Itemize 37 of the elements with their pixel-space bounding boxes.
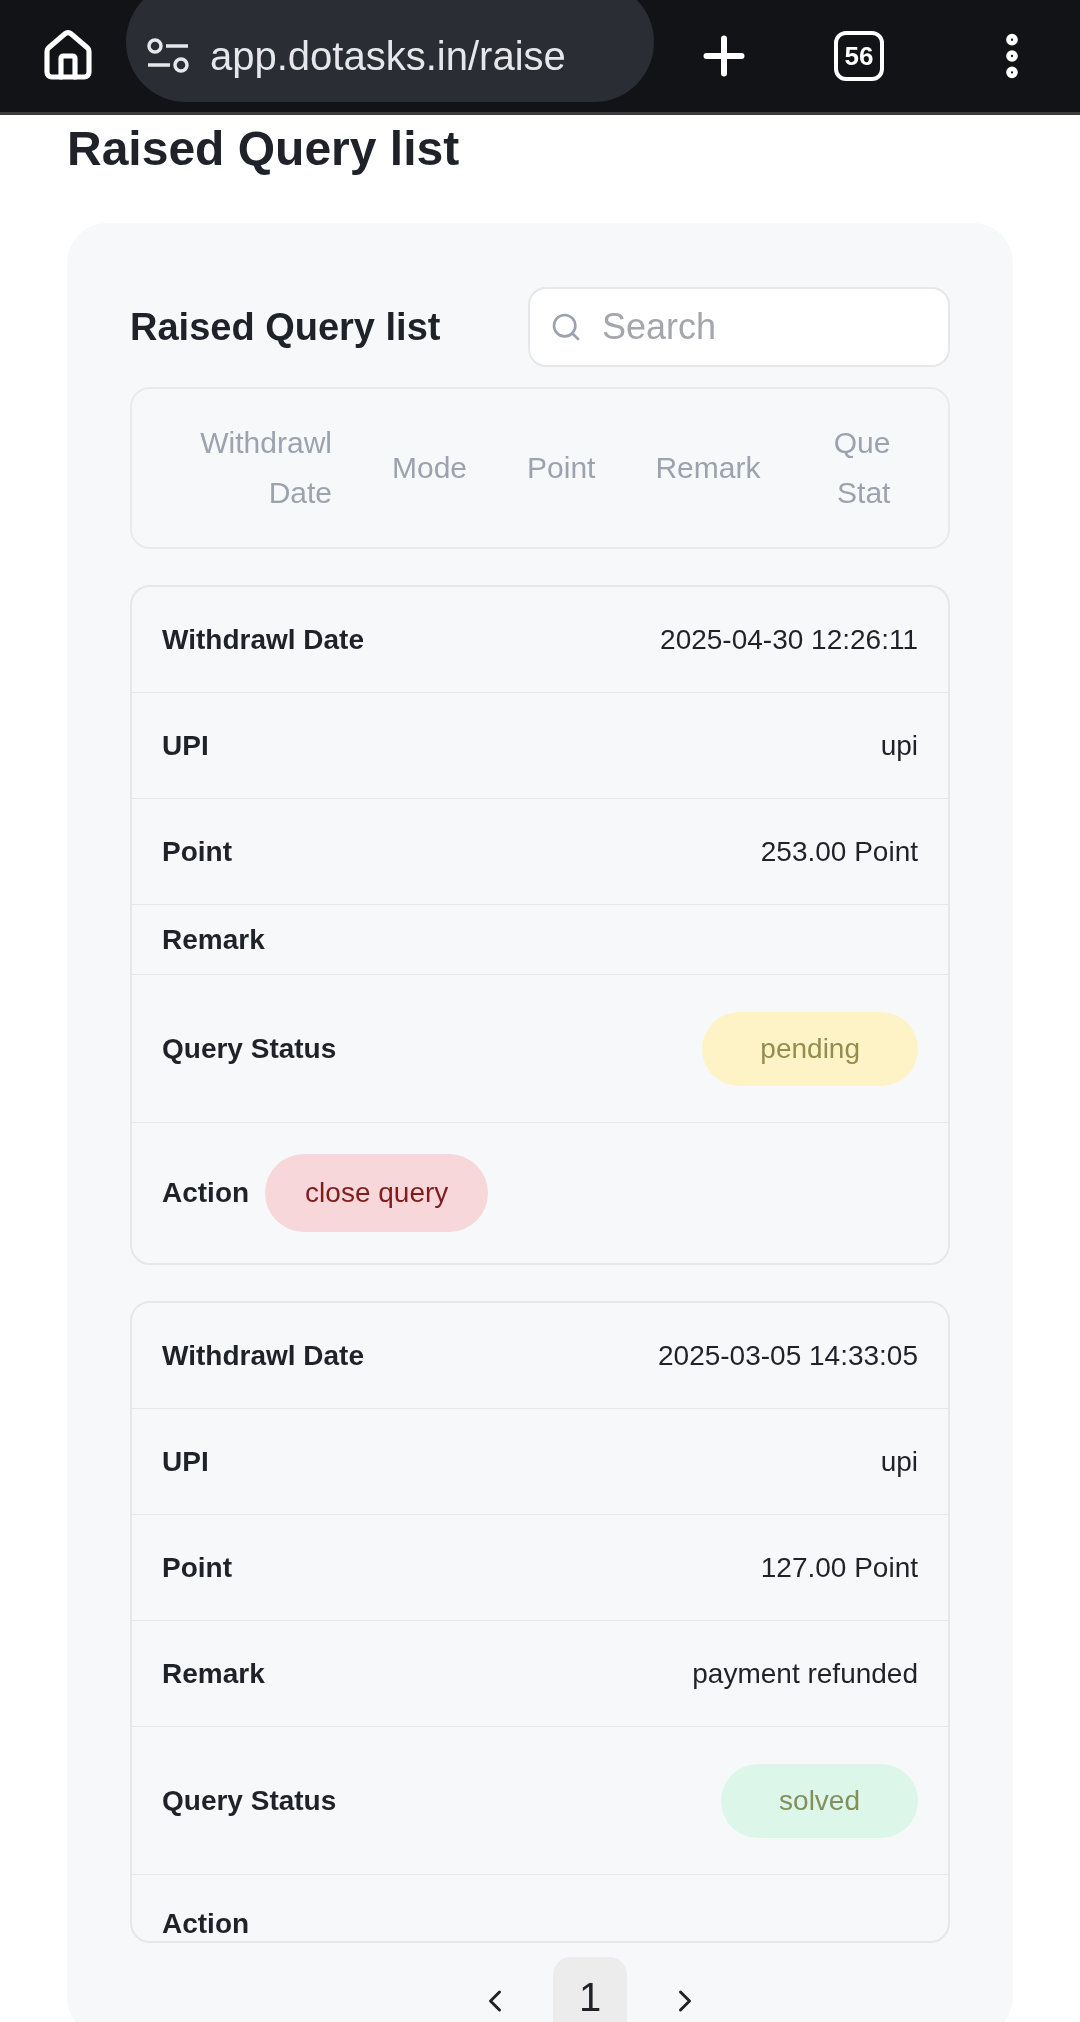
field-label: Action [162,1176,250,1210]
field-value: 2025-03-05 14:33:05 [658,1338,918,1373]
column-header: Remark [655,450,761,486]
field-label: Query Status [162,1031,337,1066]
tab-count-button[interactable]: 56 [834,31,884,81]
panel-title: Raised Query list [130,304,441,350]
field-value: 127.00 Point [760,1550,918,1585]
field-value: 253.00 Point [760,834,918,869]
search-field[interactable]: Search [528,287,950,367]
search-icon [550,311,582,343]
column-header: Que Stat [832,425,891,511]
column-header: Mode [392,450,468,486]
field-value: upi [880,1444,918,1479]
field-label: Action [162,1907,250,1941]
column-header: Withdrawl Date [199,425,332,511]
field-value: payment refunded [692,1656,918,1691]
search-input[interactable]: Search [602,300,902,354]
field-label: Withdrawl Date [162,1338,364,1373]
field-label: Remark [162,1656,265,1691]
url-text: app.dotasks.in/raise [210,33,566,80]
column-header: Point [527,450,596,486]
field-label: Query Status [162,1783,337,1818]
status-badge: solved [721,1763,918,1838]
field-label: Point [162,834,232,869]
field-value: 2025-04-30 12:26:11 [660,622,918,657]
field-label: Withdrawl Date [162,622,364,657]
status-badge: pending [702,1011,918,1086]
field-label: UPI [162,1444,209,1479]
close-query-button[interactable]: close query [265,1154,489,1232]
page-title: Raised Query list [67,121,461,177]
address-bar[interactable]: app.dotasks.in/raise [126,0,654,102]
field-label: Point [162,1550,232,1585]
site-settings-icon[interactable] [146,38,190,74]
page-button[interactable]: 1 [553,1957,627,2022]
field-value: upi [880,728,918,763]
field-label: Remark [162,922,265,957]
field-label: UPI [162,728,209,763]
